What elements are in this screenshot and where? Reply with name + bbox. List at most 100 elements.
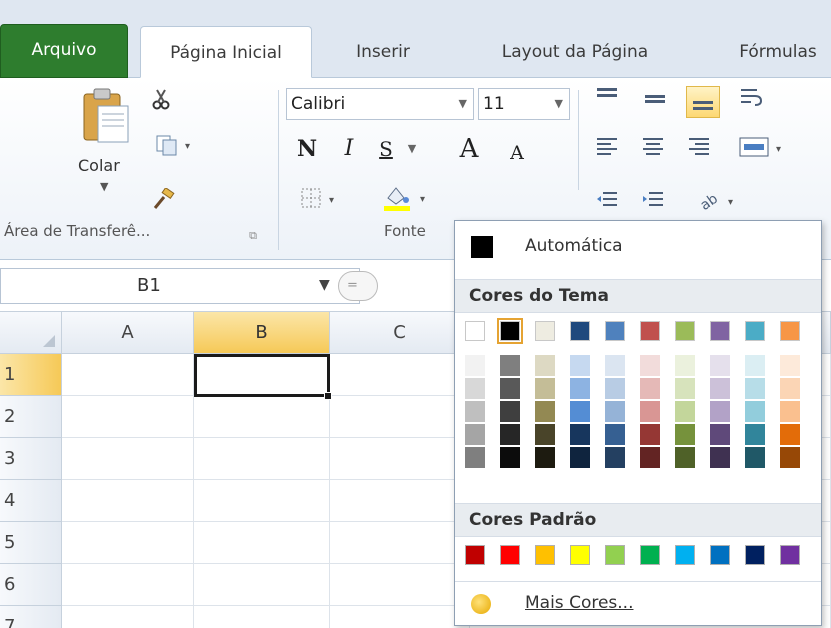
- theme-shade-swatch[interactable]: [640, 355, 660, 376]
- theme-color-swatch[interactable]: [780, 321, 800, 341]
- row-header-6[interactable]: 6: [0, 564, 62, 606]
- theme-shade-swatch[interactable]: [500, 355, 520, 376]
- theme-shade-swatch[interactable]: [745, 355, 765, 376]
- theme-shade-swatch[interactable]: [465, 447, 485, 468]
- theme-shade-swatch[interactable]: [605, 355, 625, 376]
- theme-shade-swatch[interactable]: [570, 424, 590, 445]
- orientation-icon[interactable]: ab ▾: [696, 190, 746, 214]
- theme-shade-swatch[interactable]: [780, 424, 800, 445]
- theme-shade-swatch[interactable]: [640, 378, 660, 399]
- theme-shade-swatch[interactable]: [710, 378, 730, 399]
- automatic-color-option[interactable]: Automática: [455, 221, 821, 273]
- row-header-3[interactable]: 3: [0, 438, 62, 480]
- more-colors-option[interactable]: Mais Cores...: [455, 581, 821, 625]
- font-size-combo[interactable]: 11 ▼: [478, 88, 570, 120]
- cell[interactable]: [330, 438, 470, 480]
- cell[interactable]: [330, 396, 470, 438]
- theme-shade-swatch[interactable]: [535, 355, 555, 376]
- theme-shade-swatch[interactable]: [675, 401, 695, 422]
- theme-shade-swatch[interactable]: [465, 424, 485, 445]
- name-box[interactable]: B1 ▼: [0, 268, 360, 304]
- theme-color-swatch[interactable]: [675, 321, 695, 341]
- shrink-font-button[interactable]: A: [502, 136, 532, 170]
- theme-shade-swatch[interactable]: [465, 355, 485, 376]
- theme-shade-swatch[interactable]: [745, 447, 765, 468]
- cell[interactable]: [330, 606, 470, 628]
- theme-shade-swatch[interactable]: [465, 401, 485, 422]
- theme-shade-swatch[interactable]: [500, 447, 520, 468]
- tab-home[interactable]: Página Inicial: [140, 26, 312, 78]
- tab-formulas[interactable]: Fórmulas: [718, 26, 831, 78]
- dialog-launcher-icon[interactable]: ⧉: [240, 224, 266, 248]
- theme-shade-swatch[interactable]: [745, 401, 765, 422]
- column-header-a[interactable]: A: [62, 312, 194, 354]
- paste-icon[interactable]: [80, 86, 132, 144]
- italic-button[interactable]: I: [334, 132, 364, 166]
- theme-shade-swatch[interactable]: [640, 401, 660, 422]
- standard-color-swatch[interactable]: [535, 545, 555, 565]
- grow-font-button[interactable]: A: [452, 132, 486, 166]
- align-right-icon[interactable]: [686, 136, 712, 160]
- cell[interactable]: [330, 354, 470, 396]
- theme-shade-swatch[interactable]: [640, 447, 660, 468]
- theme-color-swatch[interactable]: [570, 321, 590, 341]
- align-bottom-icon[interactable]: [686, 86, 720, 118]
- paste-dropdown-arrow[interactable]: ▼: [100, 180, 108, 193]
- standard-color-swatch[interactable]: [465, 545, 485, 565]
- column-header-c[interactable]: C: [330, 312, 470, 354]
- theme-shade-swatch[interactable]: [570, 447, 590, 468]
- align-middle-icon[interactable]: [642, 88, 668, 112]
- theme-shade-swatch[interactable]: [535, 447, 555, 468]
- cell[interactable]: [194, 480, 330, 522]
- theme-shade-swatch[interactable]: [780, 355, 800, 376]
- standard-color-swatch[interactable]: [500, 545, 520, 565]
- standard-color-swatch[interactable]: [570, 545, 590, 565]
- chevron-down-icon[interactable]: ▼: [459, 89, 467, 119]
- theme-shade-swatch[interactable]: [745, 424, 765, 445]
- theme-shade-swatch[interactable]: [570, 355, 590, 376]
- tab-page-layout[interactable]: Layout da Página: [475, 26, 675, 78]
- theme-color-swatch[interactable]: [745, 321, 765, 341]
- cell[interactable]: [62, 522, 194, 564]
- theme-color-swatch[interactable]: [535, 321, 555, 341]
- theme-color-swatch[interactable]: [497, 318, 523, 344]
- theme-shade-swatch[interactable]: [675, 447, 695, 468]
- cell[interactable]: [62, 396, 194, 438]
- format-painter-icon[interactable]: [150, 186, 176, 212]
- row-header-1[interactable]: 1: [0, 354, 62, 396]
- cell[interactable]: [330, 564, 470, 606]
- theme-shade-swatch[interactable]: [535, 424, 555, 445]
- paste-button-label[interactable]: Colar: [78, 156, 120, 175]
- theme-shade-swatch[interactable]: [465, 378, 485, 399]
- theme-shade-swatch[interactable]: [570, 378, 590, 399]
- cell[interactable]: [194, 396, 330, 438]
- standard-color-swatch[interactable]: [780, 545, 800, 565]
- wrap-text-icon[interactable]: [738, 86, 764, 110]
- borders-icon[interactable]: ▾: [296, 186, 352, 210]
- cut-icon[interactable]: [148, 88, 174, 112]
- cell[interactable]: [62, 438, 194, 480]
- theme-shade-swatch[interactable]: [500, 378, 520, 399]
- cell[interactable]: [62, 606, 194, 628]
- cell[interactable]: [330, 480, 470, 522]
- theme-shade-swatch[interactable]: [710, 424, 730, 445]
- theme-shade-swatch[interactable]: [710, 355, 730, 376]
- active-cell-b1[interactable]: [194, 354, 330, 397]
- chevron-down-icon[interactable]: ▼: [319, 277, 330, 293]
- chevron-down-icon[interactable]: ▼: [555, 89, 563, 119]
- theme-shade-swatch[interactable]: [710, 401, 730, 422]
- cell[interactable]: [194, 564, 330, 606]
- theme-shade-swatch[interactable]: [780, 401, 800, 422]
- theme-shade-swatch[interactable]: [605, 447, 625, 468]
- theme-shade-swatch[interactable]: [535, 401, 555, 422]
- merge-center-icon[interactable]: ▾: [736, 136, 796, 160]
- theme-shade-swatch[interactable]: [570, 401, 590, 422]
- theme-shade-swatch[interactable]: [780, 447, 800, 468]
- chevron-down-icon[interactable]: ▼: [402, 132, 422, 166]
- theme-color-swatch[interactable]: [605, 321, 625, 341]
- row-header-2[interactable]: 2: [0, 396, 62, 438]
- standard-color-swatch[interactable]: [640, 545, 660, 565]
- theme-color-swatch[interactable]: [640, 321, 660, 341]
- cell[interactable]: [62, 564, 194, 606]
- row-header-7[interactable]: 7: [0, 606, 62, 628]
